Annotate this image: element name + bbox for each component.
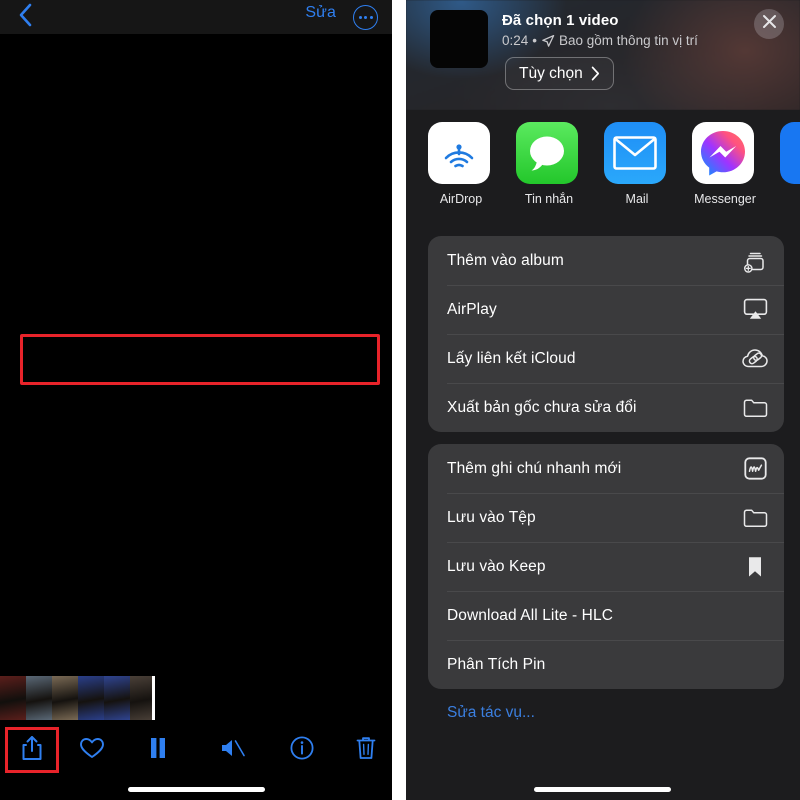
edit-button[interactable]: Sửa (305, 4, 336, 22)
share-app-label: AirDrop (439, 192, 483, 206)
action-row[interactable]: Thêm vào album (428, 236, 784, 285)
heart-icon (79, 736, 105, 765)
share-button[interactable] (10, 728, 54, 772)
more-options-button[interactable] (353, 5, 378, 30)
share-app-airdrop[interactable]: AirDrop (428, 122, 494, 206)
share-app-row[interactable]: AirDrop Tin nhắn Mail Messenger Fac (406, 122, 800, 226)
pause-icon (148, 736, 168, 765)
quick-note-icon (742, 456, 768, 482)
action-row[interactable]: Lưu vào Tệp (428, 493, 784, 542)
action-row-label: Phân Tích Pin (447, 655, 546, 673)
action-row-label: Lưu vào Keep (447, 557, 546, 575)
filmstrip-frame[interactable] (0, 676, 26, 720)
action-row[interactable]: AirPlay (428, 285, 784, 334)
facebook-icon (780, 122, 800, 184)
share-sheet-header: Đã chọn 1 video 0:24 • Bao gồm thông tin… (406, 0, 800, 110)
location-arrow-icon (541, 34, 555, 48)
ellipsis-dot (358, 16, 362, 19)
selection-subtitle: 0:24 • Bao gồm thông tin vị trí (502, 33, 698, 48)
close-icon (762, 14, 777, 34)
action-row-label: Lưu vào Tệp (447, 508, 536, 526)
share-app-label: Messenger (694, 192, 756, 206)
share-app-label: Mail (625, 192, 649, 206)
selection-title: Đã chọn 1 video (502, 12, 619, 29)
messages-icon (516, 122, 578, 184)
action-row-label: Thêm vào album (447, 251, 564, 269)
messenger-icon (692, 122, 754, 184)
airplay-icon (742, 297, 768, 323)
filmstrip-frame[interactable] (52, 676, 78, 720)
icloud-link-icon (742, 346, 768, 372)
chevron-right-icon (591, 66, 600, 81)
viewer-navbar: Sửa (0, 0, 392, 34)
share-app-label: Fac (780, 192, 800, 206)
edit-actions-link[interactable]: Sửa tác vụ... (447, 704, 535, 722)
no-icon (742, 652, 768, 678)
trash-icon (354, 735, 378, 766)
add-to-album-icon (742, 248, 768, 274)
folder-icon (742, 395, 768, 421)
panel-divider (392, 0, 406, 800)
options-button[interactable]: Tùy chọn (505, 57, 614, 90)
filmstrip-frames[interactable] (0, 676, 156, 720)
action-row[interactable]: Phân Tích Pin (428, 640, 784, 689)
share-app-label: Tin nhắn (524, 192, 574, 206)
share-sheet-panel: Đã chọn 1 video 0:24 • Bao gồm thông tin… (406, 0, 800, 800)
ellipsis-dot (364, 16, 367, 19)
video-preview[interactable] (0, 34, 392, 672)
mute-button[interactable] (210, 728, 254, 772)
favorite-button[interactable] (70, 728, 114, 772)
action-row[interactable]: Lưu vào Keep (428, 542, 784, 591)
share-app-messages[interactable]: Tin nhắn (516, 122, 582, 206)
action-row-label: Lấy liên kết iCloud (447, 349, 576, 367)
action-group-1: Thêm vào album AirPlay Lấy liên kết iClo… (428, 236, 784, 432)
options-label: Tùy chọn (519, 64, 583, 82)
filmstrip-frame[interactable] (26, 676, 52, 720)
action-row-label: Download All Lite - HLC (447, 606, 613, 624)
share-app-messenger[interactable]: Messenger (692, 122, 758, 206)
airdrop-icon (428, 122, 490, 184)
pause-button[interactable] (136, 728, 180, 772)
separator-dot: • (532, 33, 538, 48)
share-app-facebook[interactable]: Fac (780, 122, 800, 206)
delete-button[interactable] (344, 728, 388, 772)
viewer-toolbar (0, 722, 392, 778)
share-app-mail[interactable]: Mail (604, 122, 670, 206)
mail-icon (604, 122, 666, 184)
share-up-arrow-icon (20, 734, 44, 767)
location-info-label: Bao gồm thông tin vị trí (559, 33, 698, 48)
action-row-label: Thêm ghi chú nhanh mới (447, 459, 622, 477)
info-button[interactable] (280, 728, 324, 772)
action-row-label: Xuất bản gốc chưa sửa đổi (447, 398, 637, 416)
close-button[interactable] (754, 9, 784, 39)
folder-icon (742, 505, 768, 531)
action-row[interactable]: Thêm ghi chú nhanh mới (428, 444, 784, 493)
home-indicator (128, 787, 265, 792)
duration-label: 0:24 (502, 33, 529, 48)
selected-item-thumbnail[interactable] (430, 10, 488, 68)
no-icon (742, 603, 768, 629)
action-row[interactable]: Xuất bản gốc chưa sửa đổi (428, 383, 784, 432)
bookmark-icon (742, 554, 768, 580)
screenshot-root: Sửa Đã chọn 1 video 0:24 • Bao gồm thông… (0, 0, 800, 800)
chevron-left-icon (18, 3, 32, 32)
action-row-label: AirPlay (447, 300, 497, 318)
action-row[interactable]: Download All Lite - HLC (428, 591, 784, 640)
speaker-mute-icon (218, 736, 246, 765)
ellipsis-dot (369, 16, 373, 19)
action-row[interactable]: Lấy liên kết iCloud (428, 334, 784, 383)
info-circle-icon (289, 735, 315, 766)
filmstrip-frame[interactable] (104, 676, 130, 720)
filmstrip-frame[interactable] (78, 676, 104, 720)
home-indicator (534, 787, 671, 792)
photos-viewer-panel: Sửa (0, 0, 392, 800)
action-group-2: Thêm ghi chú nhanh mới Lưu vào Tệp Lưu v… (428, 444, 784, 689)
back-button[interactable] (10, 2, 40, 32)
filmstrip-playhead[interactable] (152, 676, 248, 720)
